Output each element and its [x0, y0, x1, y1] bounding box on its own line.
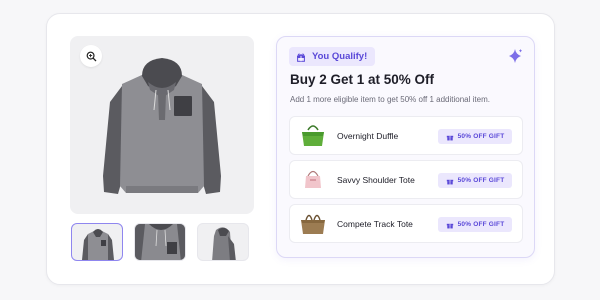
thumbnail-3[interactable] [197, 223, 249, 261]
qualify-label: You Qualify! [312, 51, 368, 62]
sparkle-icon [509, 49, 522, 63]
qualify-badge: You Qualify! [289, 47, 376, 66]
list-item-overnight-duffle[interactable]: Overnight Duffle 50% OFF GIFT [289, 116, 523, 155]
pink-bag-icon [305, 170, 321, 188]
zoom-button[interactable] [80, 45, 102, 67]
list-item-compete-track-tote[interactable]: Compete Track Tote 50% OFF GIFT [289, 204, 523, 243]
hoodie-front-thumb-icon [82, 229, 114, 260]
product-main-image[interactable] [70, 36, 254, 214]
gift-badge[interactable]: 50% OFF GIFT [438, 173, 512, 188]
gift-badge[interactable]: 50% OFF GIFT [438, 129, 512, 144]
promo-title: Buy 2 Get 1 at 50% Off [290, 72, 435, 87]
item-name: Compete Track Tote [337, 219, 413, 229]
brown-tote-icon [301, 214, 325, 234]
gift-icon [297, 53, 305, 62]
gift-badge-label: 50% OFF GIFT [457, 133, 505, 140]
item-name: Savvy Shoulder Tote [337, 175, 415, 185]
hoodie-side-thumb-icon [212, 227, 236, 260]
gift-badge-label: 50% OFF GIFT [457, 177, 505, 184]
gift-icon [446, 135, 453, 140]
promo-subtitle: Add 1 more eligible item to get 50% off … [290, 95, 490, 104]
zoom-in-icon [86, 51, 96, 61]
hoodie-pocket-closeup-thumb-icon [135, 224, 185, 260]
gift-icon [446, 179, 453, 184]
gift-badge-label: 50% OFF GIFT [457, 221, 505, 228]
item-name: Overnight Duffle [337, 131, 399, 141]
thumbnail-1[interactable] [71, 223, 123, 261]
list-item-savvy-shoulder-tote[interactable]: Savvy Shoulder Tote 50% OFF GIFT [289, 160, 523, 199]
green-bag-icon [302, 125, 324, 146]
gift-badge[interactable]: 50% OFF GIFT [438, 217, 512, 232]
thumbnail-2[interactable] [134, 223, 186, 261]
gift-icon [446, 223, 453, 228]
